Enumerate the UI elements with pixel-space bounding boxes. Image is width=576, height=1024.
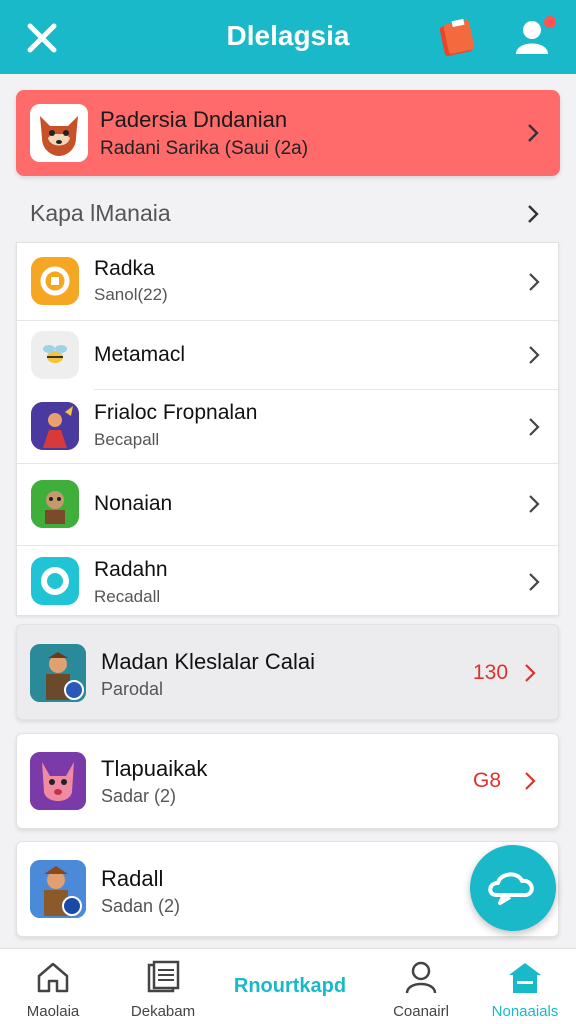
list-item-name: Radahn [94,558,168,581]
nav-label: Dekabam [130,1003,196,1020]
section-chevron-icon[interactable] [526,204,540,224]
chevron-right-icon [527,494,541,514]
person-icon [403,959,439,995]
chevron-right-icon [527,417,541,437]
list-item-name: Nonaian [94,492,173,515]
game-title: Tlapuaikak [101,756,208,781]
game-subtitle: Parodal [101,679,164,699]
user-icon[interactable] [512,14,558,58]
nav-label-active: Rnourtkapd [233,975,347,997]
nav-tab-home[interactable]: Maolaia [14,949,92,1024]
list-item-name: Radka [94,257,155,280]
chevron-right-icon [526,123,540,143]
nav-label: Maolaia [26,1003,80,1020]
nav-tab-store[interactable]: Nonaaials [484,949,566,1024]
game-card[interactable]: Madan Kleslalar Calai Parodal 130 [16,624,559,720]
dog-icon [30,752,86,810]
ring-icon [31,557,79,605]
fox-avatar-icon [30,104,88,162]
soldier-icon [30,860,86,918]
banner-subtitle: Radani Sarika (Saui (2a) [100,138,309,159]
game-title: Radall [101,866,164,891]
book-icon[interactable] [438,16,478,58]
game-subtitle: Sadar (2) [101,786,177,806]
chevron-right-icon [523,771,537,791]
document-icon [145,959,181,995]
store-icon [507,959,543,995]
nav-label-active: Nonaaials [491,1003,559,1020]
game-count: G8 [473,769,502,792]
chevron-right-icon [523,663,537,683]
chevron-right-icon [527,345,541,365]
game-count: 130 [473,661,509,684]
game-title: Madan Kleslalar Calai [101,649,315,674]
chat-cloud-icon [488,872,534,905]
bee-icon [31,331,79,379]
list-item-sub: Sanol(22) [94,285,168,304]
coin-icon [31,257,79,305]
bottom-navigation: Maolaia Dekabam Rnourtkapd Coanairl Nona… [0,948,576,1024]
game-card[interactable]: Tlapuaikak Sadar (2) G8 [16,733,559,829]
home-icon [35,959,71,995]
goblin-icon [31,480,79,528]
list-item[interactable]: Frialoc Fropnalan Becapall [17,389,560,463]
chat-cloud-button[interactable] [470,845,556,931]
nav-tab-profile[interactable]: Coanairl [380,949,462,1024]
banner-title: Padersia Dndanian [100,107,288,132]
warrior-icon [30,644,86,702]
list-item-sub: Recadall [94,587,161,606]
list-item[interactable]: Radka Sanol(22) [17,243,560,321]
list-item-name: Frialoc Fropnalan [94,401,258,424]
list-item[interactable]: Radahn Recadall [17,545,560,617]
featured-banner[interactable]: Padersia Dndanian Radani Sarika (Saui (2… [16,90,560,176]
app-title: Dlelagsia [226,20,350,51]
nav-tab-documents[interactable]: Dekabam [118,949,208,1024]
nav-tab-center[interactable]: Rnourtkapd [228,949,352,1024]
chevron-right-icon [527,572,541,592]
top-app-bar: Dlelagsia [0,0,576,74]
list-item[interactable]: Metamacl [17,321,560,389]
nav-label: Coanairl [393,1003,449,1020]
app-list: Radka Sanol(22) Metamacl Frialoc Fropnal… [16,242,560,617]
list-item-sub: Becapall [94,430,160,449]
list-item-name: Metamacl [94,343,186,366]
chevron-right-icon [527,272,541,292]
game-subtitle: Sadan (2) [101,896,181,916]
section-title: Kapa lManaia [30,200,171,226]
hero-icon [31,402,79,450]
list-item[interactable]: Nonaian [17,463,560,545]
